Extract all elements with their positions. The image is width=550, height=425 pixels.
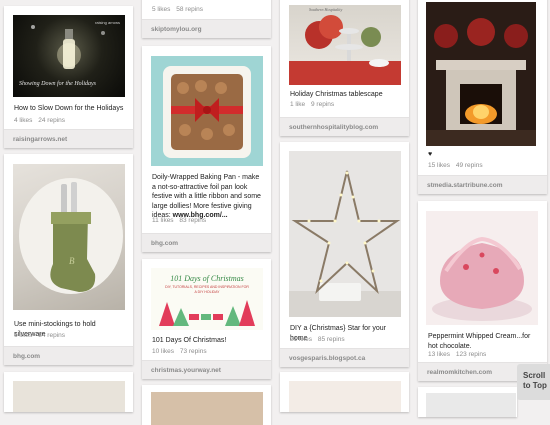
- pin-image[interactable]: [289, 381, 401, 412]
- star-icon: [289, 170, 401, 317]
- pin-image[interactable]: [151, 56, 263, 166]
- repins-count[interactable]: 83 repins: [179, 217, 206, 224]
- scroll-to-top-label-line1: Scroll: [523, 371, 546, 380]
- pin-image[interactable]: Showing Down for the Holidays raising ar…: [13, 15, 125, 97]
- scroll-to-top-button[interactable]: Scroll to Top: [517, 364, 550, 400]
- pin-source[interactable]: bhg.com: [4, 346, 133, 365]
- pin-card[interactable]: 5 likes 58 repins skiptomylou.org: [142, 0, 271, 38]
- tablescape-icon: [289, 15, 401, 85]
- pin-source[interactable]: bhg.com: [142, 233, 271, 252]
- repins-count[interactable]: 73 repins: [180, 348, 207, 355]
- pin-card[interactable]: Doily-Wrapped Baking Pan - make a not-so…: [142, 46, 271, 252]
- pin-description: 101 Days Of Christmas!: [152, 337, 227, 344]
- pin-description: How to Slow Down for the Holidays: [14, 105, 124, 112]
- pin-card[interactable]: [418, 387, 517, 417]
- pin-source[interactable]: raisingarrows.net: [4, 129, 133, 148]
- likes-count[interactable]: 4 likes: [14, 117, 32, 124]
- fireplace-icon: [426, 18, 536, 146]
- pin-stats: 11 likes 83 repins: [152, 217, 210, 224]
- likes-count[interactable]: 5 likes: [152, 6, 170, 13]
- pin-card[interactable]: Showing Down for the Holidays raising ar…: [4, 6, 133, 148]
- pin-description: ♥: [428, 151, 433, 158]
- pin-source[interactable]: vosgesparis.blogspot.ca: [280, 348, 409, 367]
- pin-image[interactable]: [151, 392, 263, 425]
- likes-count[interactable]: 1 like: [290, 101, 305, 108]
- pin-card[interactable]: [4, 372, 133, 412]
- pin-stats: 4 likes 24 repins: [14, 117, 69, 124]
- pin-card[interactable]: ♥ 15 likes 49 repins stmedia.startribune…: [418, 0, 547, 194]
- pin-image[interactable]: B: [13, 164, 125, 310]
- pin-stats: 13 likes 123 repins: [428, 351, 490, 358]
- pin-stats: 10 likes 73 repins: [152, 348, 211, 355]
- pin-stats: 5 likes 58 repins: [152, 6, 207, 13]
- repins-count[interactable]: 123 repins: [456, 351, 486, 358]
- pin-stats: 6 likes 84 repins: [14, 332, 69, 339]
- pin-image[interactable]: [426, 2, 536, 146]
- pin-image[interactable]: [289, 151, 401, 317]
- pin-description: Doily-Wrapped Baking Pan - make a not-so…: [152, 173, 263, 221]
- pin-image[interactable]: 101 Days of Christmas DIY, TUTORIALS, RE…: [151, 268, 263, 330]
- likes-count[interactable]: 21 likes: [290, 336, 312, 343]
- pin-image[interactable]: Southern Hospitality: [289, 5, 401, 85]
- pin-stats: 1 like 9 repins: [290, 101, 338, 108]
- pin-card[interactable]: DIY a {Christmas} Star for your home 21 …: [280, 142, 409, 367]
- pin-stats: 15 likes 49 repins: [428, 162, 487, 169]
- repins-count[interactable]: 9 repins: [311, 101, 334, 108]
- pin-card[interactable]: Peppermint Whipped Cream...for hot choco…: [418, 201, 547, 381]
- pin-source[interactable]: southernhospitalityblog.com: [280, 117, 409, 136]
- pin-description: Peppermint Whipped Cream...for hot choco…: [428, 333, 531, 350]
- pin-image[interactable]: [426, 393, 516, 417]
- svg-text:B: B: [69, 256, 75, 266]
- baking-pan-icon: [163, 66, 251, 158]
- repins-count[interactable]: 49 repins: [456, 162, 483, 169]
- repins-count[interactable]: 24 repins: [38, 117, 65, 124]
- image-overlay-text: Showing Down for the Holidays: [19, 81, 97, 87]
- stocking-icon: B: [19, 178, 123, 294]
- whipped-cream-icon: [432, 236, 532, 321]
- likes-count[interactable]: 13 likes: [428, 351, 450, 358]
- pin-card[interactable]: [142, 385, 271, 425]
- pin-stats: 21 likes 85 repins: [290, 336, 349, 343]
- scroll-to-top-label-line2: to Top: [523, 381, 547, 390]
- likes-count[interactable]: 6 likes: [14, 332, 32, 339]
- pin-source[interactable]: christmas.yourway.net: [142, 360, 271, 379]
- pin-image[interactable]: [426, 211, 538, 325]
- pin-description: Holiday Christmas tablescape: [290, 91, 383, 98]
- pin-card[interactable]: 101 Days of Christmas DIY, TUTORIALS, RE…: [142, 259, 271, 379]
- pin-image[interactable]: [13, 381, 125, 412]
- repins-count[interactable]: 58 repins: [176, 6, 203, 13]
- pin-source[interactable]: skiptomylou.org: [142, 19, 271, 38]
- pin-source[interactable]: stmedia.startribune.com: [418, 175, 547, 194]
- image-logo: raising arrows: [95, 20, 120, 25]
- likes-count[interactable]: 11 likes: [152, 217, 174, 224]
- pin-card[interactable]: B Use mini-stockings to hold silverware …: [4, 154, 133, 365]
- likes-count[interactable]: 15 likes: [428, 162, 450, 169]
- pin-card[interactable]: [280, 372, 409, 412]
- christmas-trees-icon: [159, 300, 255, 326]
- pin-card[interactable]: Southern Hospitality Holiday Christmas t…: [280, 0, 409, 136]
- repins-count[interactable]: 84 repins: [38, 332, 65, 339]
- repins-count[interactable]: 85 repins: [318, 336, 345, 343]
- likes-count[interactable]: 10 likes: [152, 348, 174, 355]
- image-logo: Southern Hospitality: [309, 7, 343, 12]
